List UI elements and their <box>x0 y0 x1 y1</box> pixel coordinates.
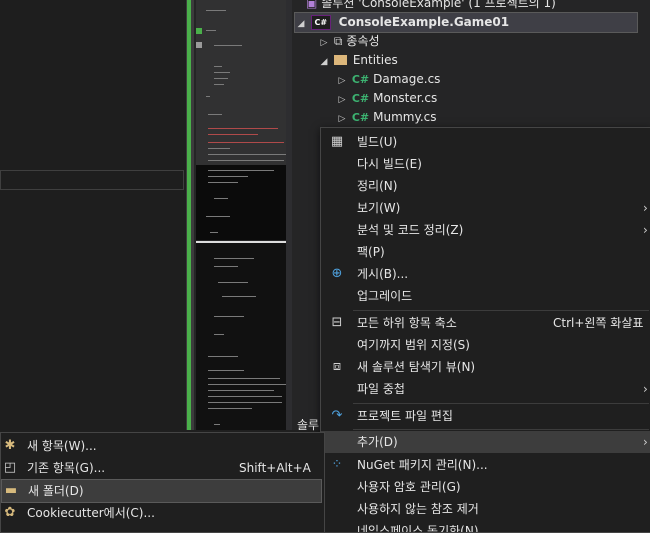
menu-separator <box>353 403 649 404</box>
tree-entities-folder[interactable]: ◢ Entities <box>318 51 398 70</box>
menu-item-nuget[interactable]: ⁘ NuGet 패키지 관리(N)... <box>321 454 650 476</box>
code-editor-area[interactable] <box>0 0 186 430</box>
menu-item-edit-project-file[interactable]: ↷ 프로젝트 파일 편집 <box>321 405 650 427</box>
submenu-item-new-item[interactable]: ✱ 새 항목(W)... <box>1 435 324 457</box>
menu-item-build[interactable]: ▦ 빌드(U) <box>321 131 650 153</box>
tree-project-node[interactable]: ◢ C# ConsoleExample.Game01 <box>294 12 638 33</box>
menu-item-file-nesting[interactable]: 파일 중첩 › <box>321 378 650 400</box>
csharp-file-icon: C# <box>351 111 370 124</box>
new-item-icon: ✱ <box>4 438 16 453</box>
submenu-arrow-icon: › <box>643 201 648 215</box>
menu-item-rebuild[interactable]: 다시 빌드(E) <box>321 153 650 175</box>
collapse-icon: ⊟ <box>331 315 343 330</box>
menu-separator <box>353 310 649 311</box>
menu-item-user-secrets[interactable]: 사용자 암호 관리(G) <box>321 476 650 498</box>
solution-explorer-tab-label[interactable]: 솔루 <box>297 416 319 433</box>
menu-item-pack[interactable]: 팩(P) <box>321 241 650 263</box>
code-minimap[interactable] <box>186 0 286 430</box>
submenu-arrow-icon: › <box>643 382 648 396</box>
chevron-down-icon[interactable]: ◢ <box>318 53 330 72</box>
submenu-item-existing-item[interactable]: ◰ 기존 항목(G)... Shift+Alt+A <box>1 457 324 479</box>
menu-item-scope-to-this[interactable]: 여기까지 범위 지정(S) <box>321 334 650 356</box>
menu-item-new-solution-view[interactable]: ⧈ 새 솔루션 탐색기 뷰(N) <box>321 356 650 378</box>
menu-item-add[interactable]: 추가(D) › <box>321 431 650 453</box>
new-view-icon: ⧈ <box>332 359 342 374</box>
editor-input-box[interactable] <box>0 170 184 190</box>
menu-item-upgrade[interactable]: 업그레이드 <box>321 285 650 307</box>
file-name: Damage.cs <box>373 72 441 86</box>
csharp-file-icon: C# <box>351 92 370 105</box>
existing-item-icon: ◰ <box>3 460 17 475</box>
tree-dependencies-node[interactable]: ▷ ⧉ 종속성 <box>318 32 380 51</box>
cookiecutter-icon: ✿ <box>4 505 16 520</box>
folder-label: Entities <box>352 53 398 67</box>
dependencies-icon: ⧉ <box>333 34 343 48</box>
submenu-item-cookiecutter[interactable]: ✿ Cookiecutter에서(C)... <box>1 502 324 524</box>
menu-item-analyze[interactable]: 분석 및 코드 정리(Z) › <box>321 219 650 241</box>
solution-label: 솔루션 'ConsoleExample' (1 프로젝트의 1) <box>321 0 556 10</box>
project-name: ConsoleExample.Game01 <box>338 15 510 29</box>
csharp-file-icon: C# <box>351 73 370 86</box>
submenu-arrow-icon: › <box>643 223 648 237</box>
tree-file-item[interactable]: ▷ C# Mummy.cs <box>336 108 437 127</box>
chevron-down-icon[interactable]: ◢ <box>295 15 307 34</box>
build-icon: ▦ <box>330 134 344 149</box>
solution-icon: ▣ <box>306 0 318 10</box>
menu-item-collapse-all[interactable]: ⊟ 모든 하위 항목 축소 Ctrl+왼쪽 화살표 <box>321 312 650 334</box>
menu-item-remove-unused-refs[interactable]: 사용하지 않는 참조 제거 <box>321 498 650 520</box>
menu-item-publish[interactable]: ⊕ 게시(B)... <box>321 263 650 285</box>
redo-arrow-icon: ↷ <box>331 408 343 423</box>
submenu-arrow-icon: › <box>643 435 648 449</box>
dependencies-label: 종속성 <box>346 34 380 48</box>
menu-separator <box>353 429 649 430</box>
minimap-code-lines <box>200 0 286 430</box>
folder-icon <box>333 54 347 65</box>
folder-icon: ▬ <box>4 483 18 498</box>
file-name: Monster.cs <box>373 91 438 105</box>
tree-file-item[interactable]: ▷ C# Monster.cs <box>336 89 438 108</box>
globe-icon: ⊕ <box>331 266 343 281</box>
menu-item-view[interactable]: 보기(W) › <box>321 197 650 219</box>
submenu-item-new-folder[interactable]: ▬ 새 폴더(D) <box>1 479 322 503</box>
menu-item-sync-namespaces[interactable]: 네임스페이스 동기화(N) <box>321 520 650 532</box>
change-indicator <box>187 0 191 430</box>
file-name: Mummy.cs <box>373 110 437 124</box>
context-menu: ▦ 빌드(U) 다시 빌드(E) 정리(N) 보기(W) › 분석 및 코드 정… <box>320 127 650 533</box>
add-submenu: ✱ 새 항목(W)... ◰ 기존 항목(G)... Shift+Alt+A ▬… <box>0 432 325 533</box>
nuget-icon: ⁘ <box>331 457 343 472</box>
tree-file-item[interactable]: ▷ C# Damage.cs <box>336 70 441 89</box>
csharp-project-icon: C# <box>310 15 331 30</box>
menu-item-clean[interactable]: 정리(N) <box>321 175 650 197</box>
